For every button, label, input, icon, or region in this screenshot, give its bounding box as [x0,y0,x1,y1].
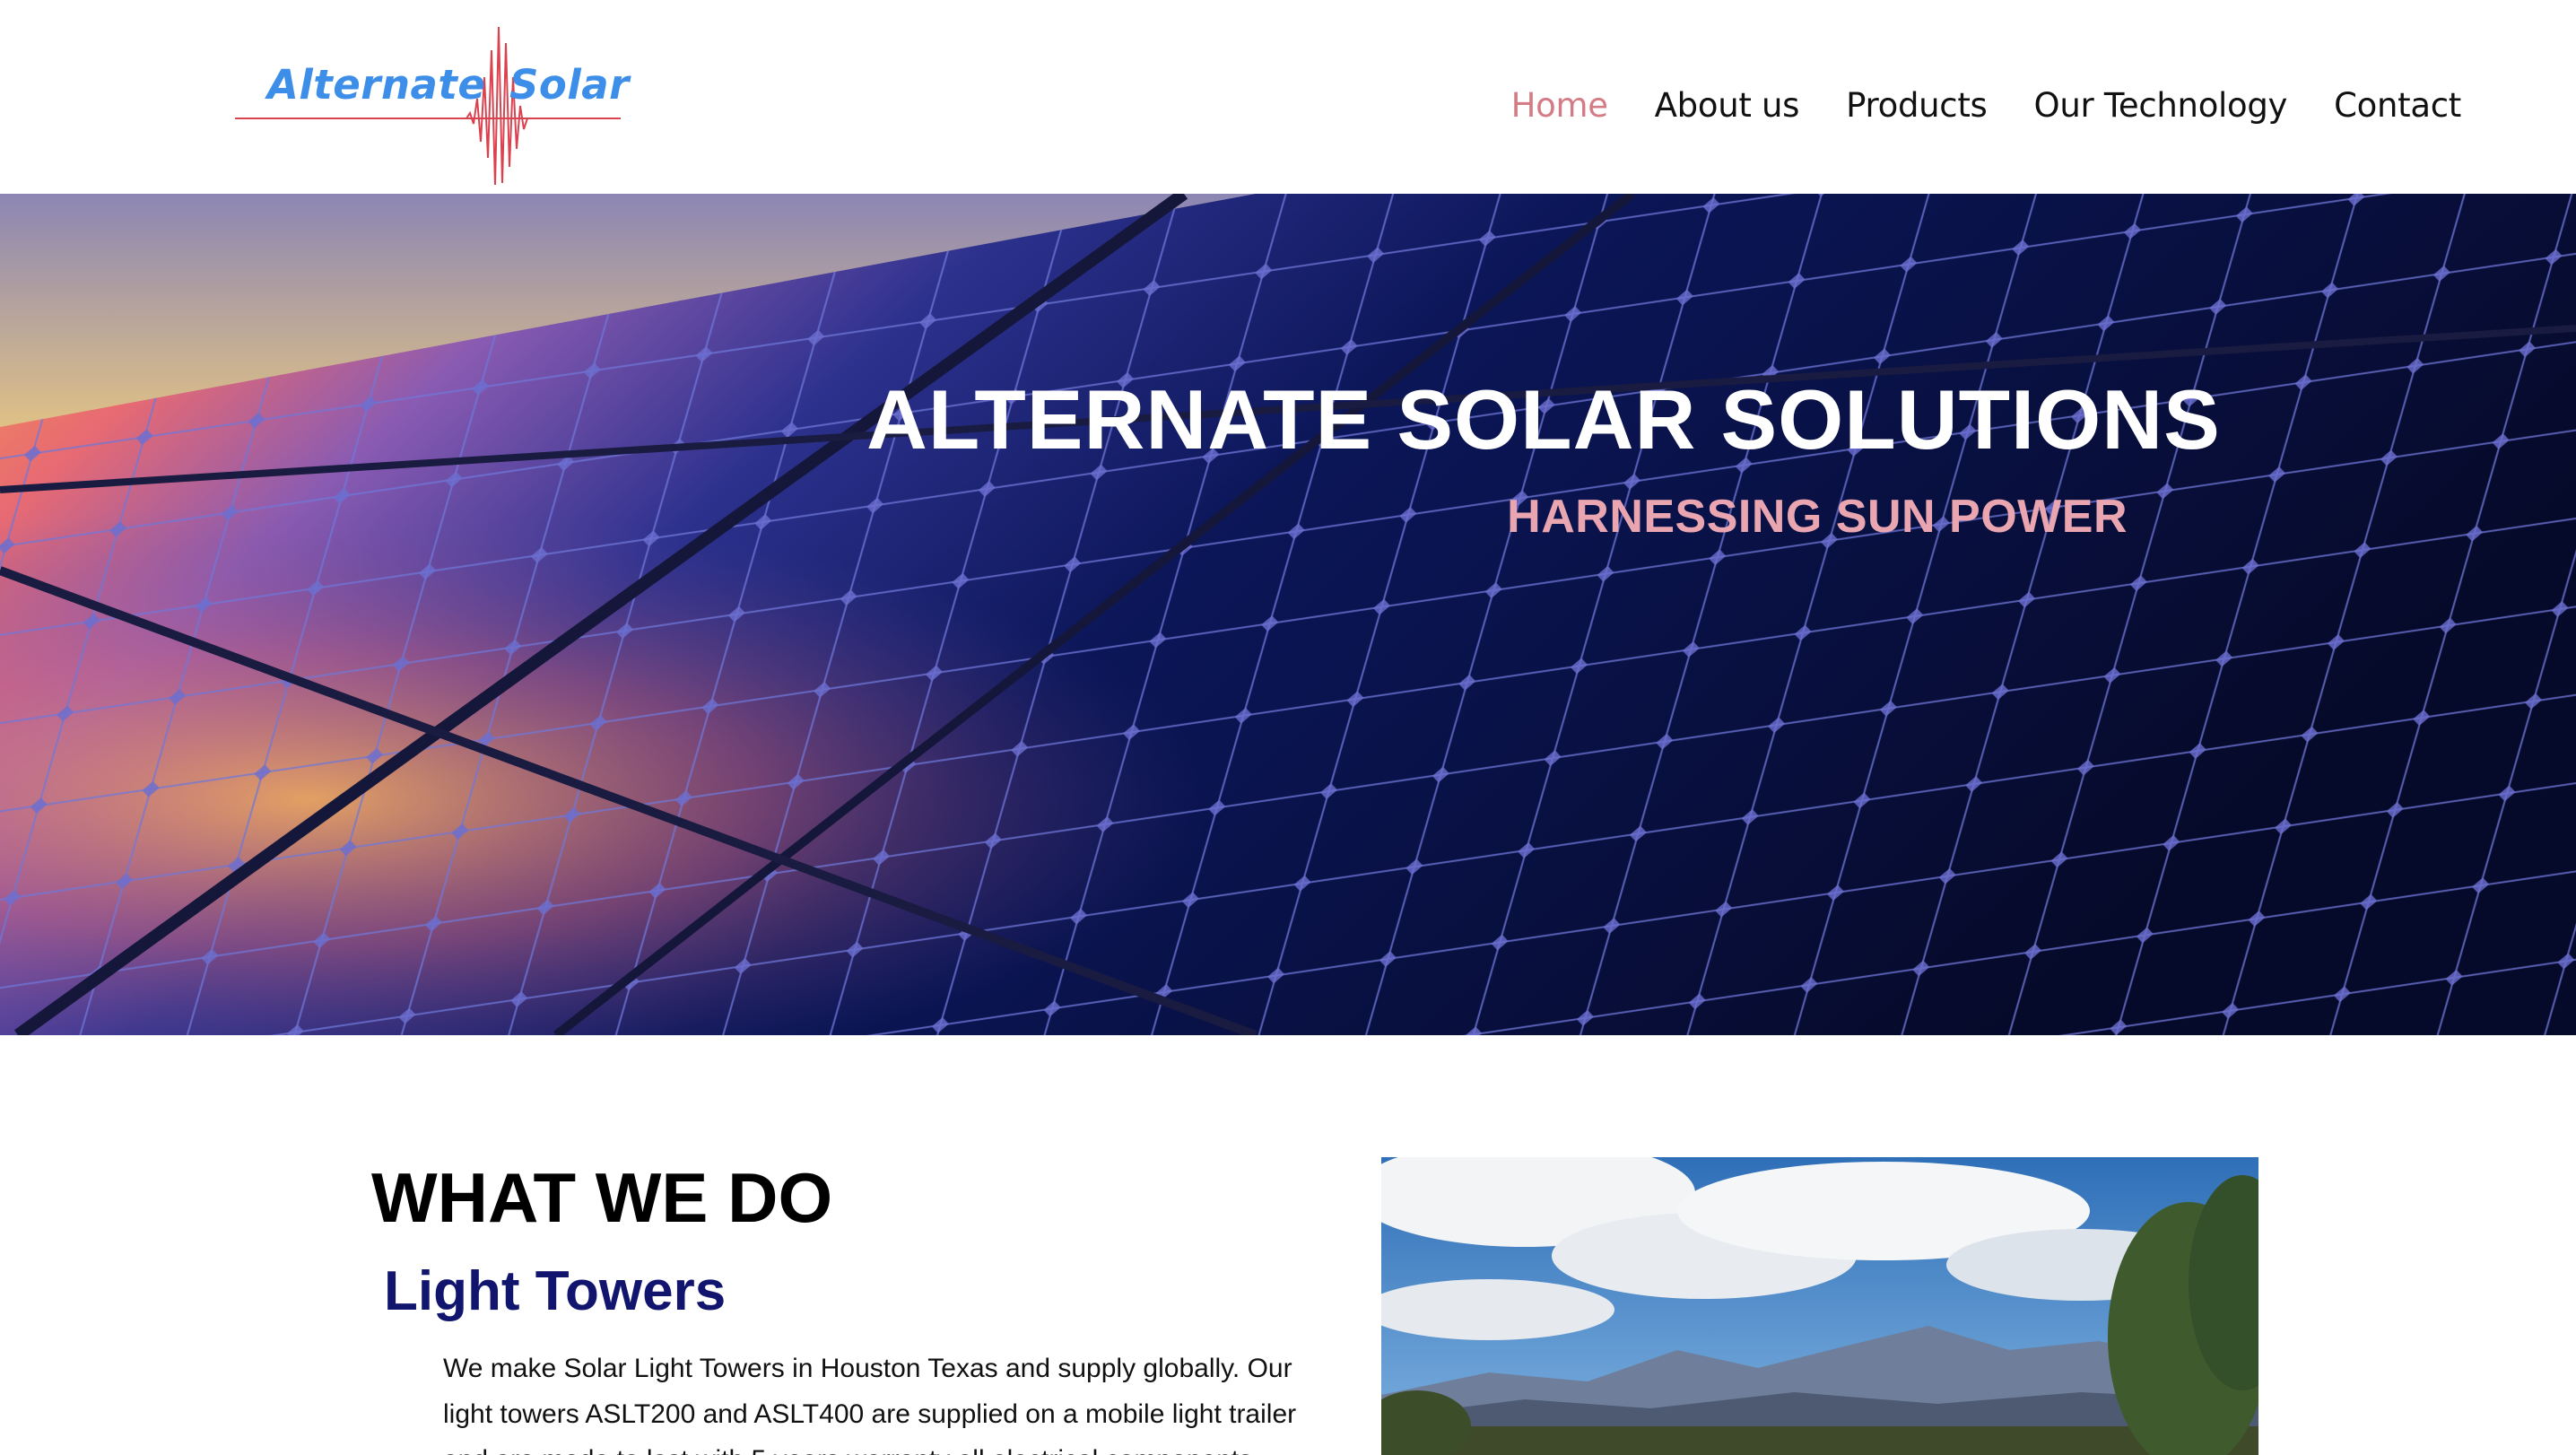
nav-home[interactable]: Home [1511,86,1608,125]
subsection-title-light-towers: Light Towers [384,1260,727,1322]
nav-about-us[interactable]: About us [1655,86,1800,125]
main-nav: Home About us Products Our Technology Co… [1511,86,2462,125]
nav-contact[interactable]: Contact [2334,86,2461,125]
hero-subtitle: HARNESSING SUN POWER [1507,491,2128,543]
hero-title: ALTERNATE SOLAR SOLUTIONS [866,372,2221,466]
site-header: Alternate Solar Home About us Products O… [0,0,2576,194]
solar-panel-background-image [0,194,2576,1035]
section-title-what-we-do: WHAT WE DO [371,1158,833,1237]
nav-products[interactable]: Products [1846,86,1988,125]
nav-our-technology[interactable]: Our Technology [2034,86,2288,125]
site-logo[interactable]: Alternate Solar [235,23,629,188]
logo-word-solar: Solar [509,61,630,109]
light-towers-description: We make Solar Light Towers in Houston Te… [443,1354,1297,1455]
logo-word-alternate: Alternate [267,61,486,109]
landscape-photo [1381,1157,2258,1455]
hero-banner: ALTERNATE SOLAR SOLUTIONS HARNESSING SUN… [0,194,2576,1035]
